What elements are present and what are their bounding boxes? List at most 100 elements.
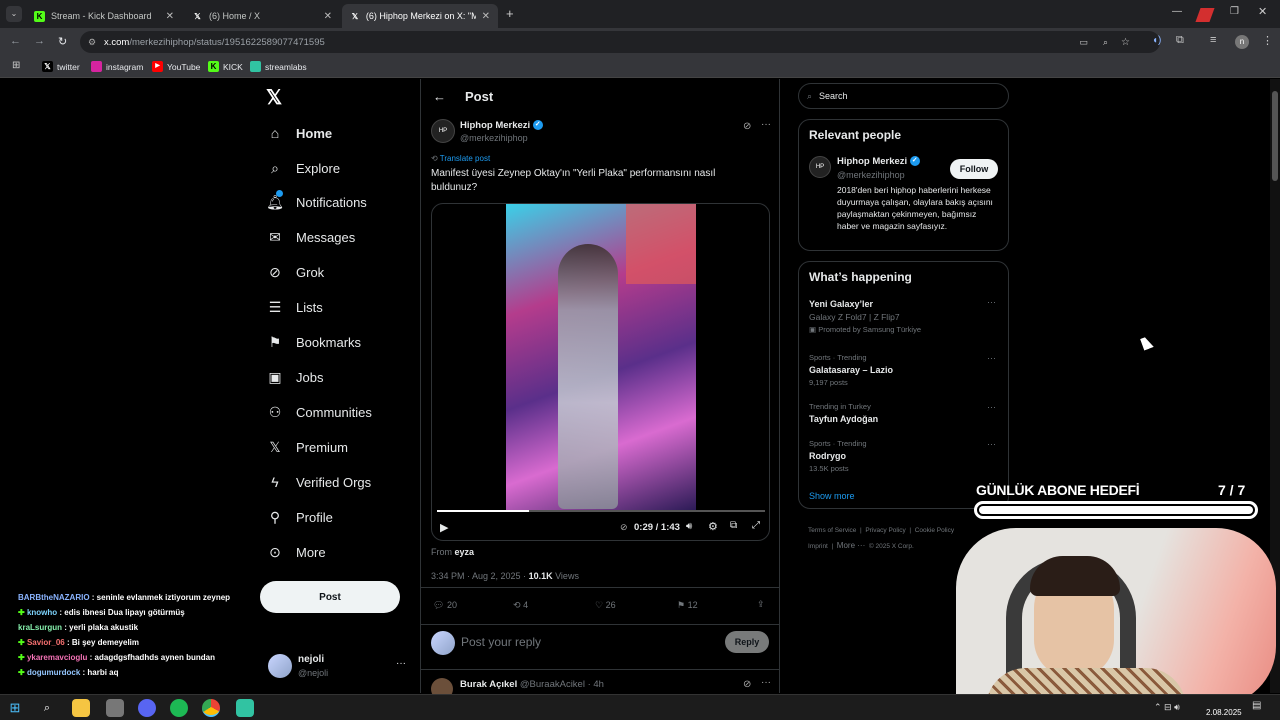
x-logo-icon[interactable]: 𝕏 (266, 85, 282, 110)
streaming-app-icon[interactable] (236, 699, 254, 717)
repost-action[interactable]: ⟲ 4 (513, 600, 528, 611)
address-bar[interactable]: ⚙ x.com/merkezihiphop/status/19516225890… (80, 31, 1160, 53)
menu-icon[interactable]: ⋮ (1262, 34, 1273, 47)
forward-icon[interactable]: → (34, 35, 45, 47)
back-icon[interactable]: ← (433, 89, 446, 104)
search-icon[interactable]: ⌕ (38, 699, 56, 717)
discord-icon[interactable] (138, 699, 156, 717)
reply-input[interactable]: Post your reply (461, 635, 541, 649)
more-icon[interactable]: ··· (987, 353, 996, 363)
grok-icon[interactable]: ⊘ (743, 679, 751, 690)
trend-item[interactable]: Sports · Trending Galatasaray – Lazio 9,… (809, 353, 999, 387)
close-icon[interactable]: ✕ (166, 11, 174, 22)
bookmark-action[interactable]: ⚑ 12 (677, 600, 698, 611)
grok-icon[interactable]: ⊘ (743, 121, 751, 132)
windows-start-icon[interactable]: ⊞ (6, 699, 24, 717)
trend-item[interactable]: Sports · Trending Rodrygo 13.5K posts ··… (809, 439, 999, 473)
puzzle-icon[interactable]: ⧉ (1176, 34, 1184, 47)
footer-link[interactable]: Privacy Policy (865, 527, 905, 534)
more-icon[interactable]: ··· (761, 677, 771, 688)
play-icon[interactable]: ▶ (440, 521, 448, 534)
footer-link[interactable]: More ··· (837, 541, 865, 550)
fullscreen-icon[interactable]: ⤢ (752, 520, 760, 531)
pip-icon[interactable]: ⧉ (730, 520, 737, 531)
author-handle[interactable]: @merkezihiphop (460, 133, 528, 143)
folder-icon[interactable] (72, 699, 90, 717)
nav-messages[interactable]: ✉ Messages (266, 222, 355, 252)
more-icon[interactable]: ··· (987, 439, 996, 449)
timestamp-text[interactable]: 3:34 PM · Aug 2, 2025 · (431, 571, 529, 581)
trend-item[interactable]: Trending in Turkey Tayfun Aydoğan ··· (809, 402, 999, 424)
close-icon[interactable]: ✕ (482, 11, 490, 22)
footer-link[interactable]: Imprint (808, 543, 828, 550)
footer-link[interactable]: Terms of Service (808, 527, 856, 534)
tab-hiphop-post[interactable]: 𝕏 (6) Hiphop Merkezi on X: "Man ✕ (342, 4, 498, 28)
follow-button[interactable]: Follow (950, 159, 998, 179)
nav-profile[interactable]: ⚲ Profile (266, 502, 333, 532)
more-icon[interactable]: ··· (761, 119, 771, 130)
nav-communities[interactable]: ⚇ Communities (266, 397, 372, 427)
bookmark-kick[interactable]: K KICK (208, 61, 243, 72)
apps-icon[interactable]: ⊞ (12, 60, 20, 71)
from-user[interactable]: eyza (455, 547, 475, 557)
install-icon[interactable]: ▭ (1079, 37, 1088, 48)
nav-jobs[interactable]: ▣ Jobs (266, 362, 323, 392)
nav-lists[interactable]: ☰ Lists (266, 292, 323, 322)
tab-kick-dashboard[interactable]: K Stream - Kick Dashboard ✕ (26, 4, 182, 28)
reply-button[interactable]: Reply (725, 631, 769, 653)
tab-search-button[interactable]: ⌄ (6, 6, 22, 22)
nav-bookmarks[interactable]: ⚑ Bookmarks (266, 327, 361, 357)
person-name[interactable]: Hiphop Merkezi ✓ (837, 156, 920, 167)
trend-item[interactable]: Yeni Galaxy’ler Galaxy Z Fold7 | Z Flip7… (809, 297, 999, 334)
bookmark-twitter[interactable]: 𝕏 twitter (42, 61, 80, 72)
author-name[interactable]: Hiphop Merkezi ✓ (460, 120, 543, 131)
reply-action[interactable]: 💬︎ 20 (433, 600, 457, 611)
chrome-icon[interactable] (202, 699, 220, 717)
reply-author[interactable]: Burak Açıkel @BuraakAcikel · 4h (460, 679, 604, 690)
nav-explore[interactable]: ⌕ Explore (266, 153, 340, 183)
new-tab-button[interactable]: + (506, 6, 514, 21)
nav-verified-orgs[interactable]: ϟ Verified Orgs (266, 467, 371, 497)
minimize-icon[interactable]: — (1172, 6, 1182, 17)
bookmark-instagram[interactable]: instagram (91, 61, 143, 72)
tab-x-home[interactable]: 𝕏 (6) Home / X ✕ (184, 4, 340, 28)
nav-more[interactable]: ⊙ More (266, 537, 326, 567)
more-icon[interactable]: ··· (987, 402, 996, 412)
post-button[interactable]: Post (260, 581, 400, 613)
spotify-icon[interactable] (170, 699, 188, 717)
bookmark-youtube[interactable]: ▶ YouTube (152, 61, 200, 72)
back-icon[interactable]: ← (10, 35, 21, 47)
footer-link[interactable]: Cookie Policy (915, 527, 954, 534)
author-avatar[interactable]: HP (431, 119, 455, 143)
volume-icon[interactable]: 🔊︎ (686, 521, 692, 532)
author-avatar[interactable]: HP (809, 156, 831, 178)
translate-link[interactable]: ⟲ Translate post (431, 154, 490, 163)
nav-premium[interactable]: 𝕏 Premium (266, 432, 348, 462)
avatar[interactable]: n (1235, 35, 1249, 49)
restore-icon[interactable]: ❐ (1230, 6, 1239, 17)
search-input[interactable]: ⌕ Search (798, 83, 1009, 109)
bookmark-streamlabs[interactable]: streamlabs (250, 61, 307, 72)
scrollbar-thumb[interactable] (1272, 91, 1278, 181)
more-icon[interactable]: ··· (396, 658, 406, 669)
site-info-icon[interactable]: ⚙ (88, 37, 96, 48)
star-icon[interactable]: ☆ (1121, 37, 1130, 48)
tray-icons[interactable]: ⌃ ⊟ 🔊︎ (1154, 702, 1180, 713)
more-icon[interactable]: ··· (987, 297, 996, 307)
settings-icon[interactable]: ⚙ (708, 520, 718, 533)
nav-home[interactable]: ⌂ Home (266, 118, 332, 148)
share-icon[interactable]: ⇪ (757, 599, 765, 610)
nav-notifications[interactable]: 🔔︎ Notifications (266, 187, 367, 217)
nav-grok[interactable]: ⊘ Grok (266, 257, 324, 287)
close-icon[interactable]: ✕ (324, 11, 332, 22)
show-more-link[interactable]: Show more (809, 491, 855, 501)
notification-icon[interactable]: ▤ (1252, 700, 1261, 711)
account-switcher[interactable]: nejoli @nejoli ··· (266, 652, 411, 682)
video-progress-track[interactable] (437, 510, 765, 512)
extension-icon[interactable]: ◖) (1152, 35, 1161, 46)
video-player[interactable]: ▶ ⊘ 0:29 / 1:43 🔊︎ ⚙ ⧉ ⤢ (431, 203, 770, 541)
grok-icon[interactable]: ⊘ (620, 522, 628, 533)
like-action[interactable]: ♡ 26 (595, 600, 616, 611)
reload-icon[interactable]: ↻ (58, 35, 67, 48)
zoom-icon[interactable]: ⌕ (1103, 37, 1108, 48)
